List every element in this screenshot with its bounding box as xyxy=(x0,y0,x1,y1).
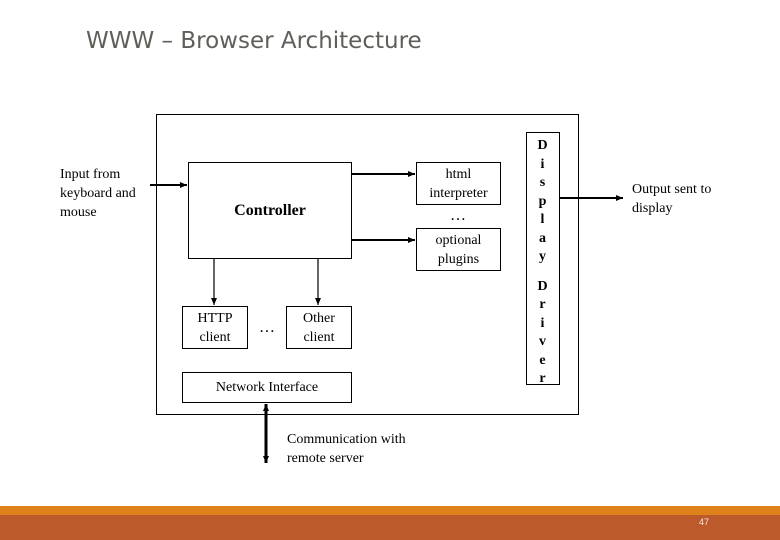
footer-band xyxy=(0,515,780,540)
footer-accent-bar xyxy=(0,506,780,515)
connectors xyxy=(150,171,623,463)
page-number: 47 xyxy=(699,517,710,527)
